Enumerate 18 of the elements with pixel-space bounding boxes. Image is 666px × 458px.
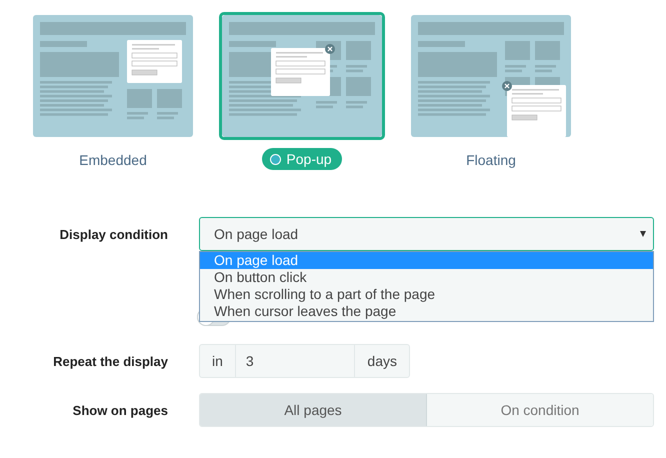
field-label: Display condition <box>58 226 168 242</box>
input-prefix: in <box>199 344 236 378</box>
dropdown-option[interactable]: On page load <box>200 252 653 269</box>
option-label[interactable]: Embedded <box>79 150 147 170</box>
dropdown-option[interactable]: When cursor leaves the page <box>200 303 653 320</box>
segment-button[interactable]: On condition <box>427 394 653 426</box>
dropdown-option[interactable]: On button click <box>200 269 653 286</box>
field-label: Show on pages <box>72 402 168 418</box>
option-label: Pop-up <box>286 150 332 168</box>
radio-icon <box>270 154 282 164</box>
number-input[interactable]: 3 <box>236 344 354 378</box>
field-label: Repeat the display <box>52 354 168 368</box>
dropdown-option[interactable]: When scrolling to a part of the page <box>200 286 653 303</box>
dropdown-field[interactable]: On page load <box>199 217 654 251</box>
segment-button[interactable]: All pages <box>200 394 427 426</box>
caret-icon <box>640 231 646 237</box>
option-label[interactable]: Floating <box>466 150 516 170</box>
input-suffix: days <box>354 344 410 378</box>
